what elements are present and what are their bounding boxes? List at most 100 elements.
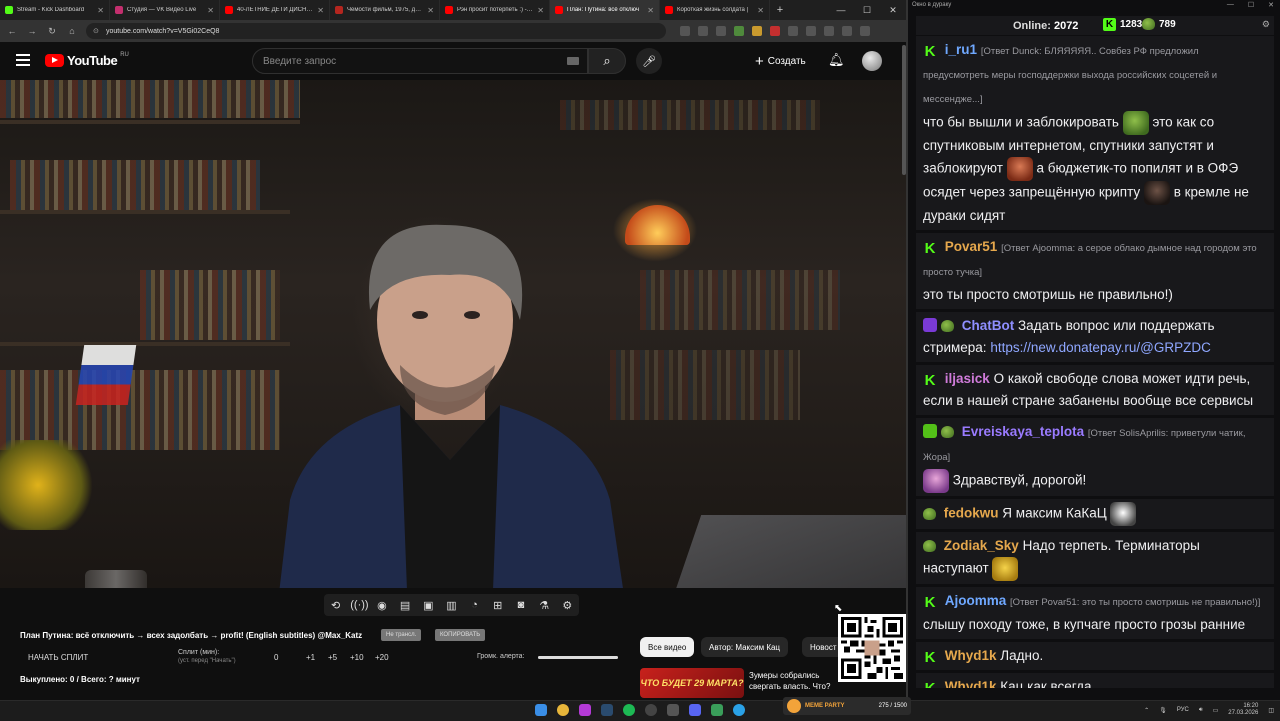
speaker-icon[interactable]: 🔊︎ (1199, 707, 1203, 714)
youtube-logo[interactable]: YouTube RU (45, 52, 129, 68)
menu-dots-icon[interactable] (860, 26, 870, 36)
split-add-1-button[interactable]: +1 (306, 653, 315, 662)
gear-icon[interactable]: ⚙ (559, 599, 576, 612)
split-add-5-button[interactable]: +5 (328, 653, 337, 662)
search-button[interactable]: ⌕ (588, 48, 626, 74)
close-window-button[interactable]: ✕ (880, 0, 906, 20)
app-icon[interactable] (579, 704, 591, 716)
browser-tab[interactable]: Чемости фильм, 1975, дата ✕ (330, 0, 440, 20)
language-indicator[interactable]: РУС (1177, 707, 1189, 713)
close-icon[interactable]: ✕ (537, 6, 544, 15)
extension-icon[interactable] (770, 26, 780, 36)
browser-tab[interactable]: Рэн просит потерпеть :) - Yo ✕ (440, 0, 550, 20)
browser-tab[interactable]: Студия — VK Видео Live ✕ (110, 0, 220, 20)
extension-icon[interactable] (788, 26, 798, 36)
start-split-button[interactable]: НАЧАТЬ СПЛИТ (28, 653, 88, 662)
copy-button[interactable]: КОПИРОВАТЬ (435, 629, 486, 641)
browser-tab[interactable]: Короткая жизнь солдата | ✕ (660, 0, 770, 20)
search-input[interactable]: Введите запрос (252, 48, 588, 74)
flask-icon[interactable]: ⚗ (536, 599, 553, 612)
chat-username[interactable]: Ajoomma (945, 593, 1007, 608)
split-add-20-button[interactable]: +20 (375, 653, 389, 662)
minimize-button[interactable]: — (828, 0, 854, 20)
extension-icon[interactable] (734, 26, 744, 36)
bookmark-star-icon[interactable] (716, 26, 726, 36)
hamburger-menu-icon[interactable] (16, 54, 30, 66)
film-icon[interactable]: ▥ (443, 599, 460, 612)
filter-chip-author[interactable]: Автор: Максим Кац (701, 637, 789, 657)
loop-icon[interactable]: ⟲ (327, 599, 344, 612)
camera-icon[interactable]: ◙ (512, 599, 529, 611)
chat-username[interactable]: i_ru1 (945, 42, 977, 57)
maximize-button[interactable]: ☐ (854, 0, 880, 20)
back-icon[interactable]: ← (6, 26, 18, 36)
chevron-up-icon[interactable]: ⌃ (1144, 707, 1149, 714)
zoom-icon[interactable] (698, 26, 708, 36)
mic-icon[interactable]: 🎙︎ (1159, 707, 1167, 714)
telegram-icon[interactable] (733, 704, 745, 716)
close-icon[interactable]: ✕ (427, 6, 434, 15)
donate-link[interactable]: https://new.donatepay.ru/@GRPZDC (990, 340, 1211, 355)
minimize-button[interactable]: — (1227, 1, 1234, 9)
avatar[interactable] (862, 51, 882, 71)
close-window-button[interactable]: ✕ (1268, 1, 1274, 9)
browser-tab[interactable]: Stream - Kick Dashboard ✕ (0, 0, 110, 20)
spotify-icon[interactable] (623, 704, 635, 716)
chat-username[interactable]: iljasick (945, 371, 990, 386)
create-button[interactable]: + Создать (755, 48, 806, 74)
browser-tab-active[interactable]: План: Путина: всё отключ ✕ (550, 0, 660, 20)
windows-start-icon[interactable] (535, 704, 547, 716)
app-icon[interactable] (667, 704, 679, 716)
url-field[interactable]: youtube.com/watch?v=V5Gi02CeQ8 (86, 23, 666, 39)
speed-gauge-icon[interactable]: ◔ (466, 599, 483, 611)
close-icon[interactable]: ✕ (757, 6, 764, 15)
eye-icon[interactable]: ◉ (373, 599, 390, 612)
notification-icon[interactable]: ◫ (1268, 707, 1274, 714)
split-add-10-button[interactable]: +10 (350, 653, 364, 662)
clapper-icon[interactable]: ▤ (397, 599, 414, 612)
chat-username[interactable]: Povar51 (945, 239, 998, 254)
clock[interactable]: 16:20 27.03.2026 (1228, 703, 1258, 717)
puzzle-icon[interactable] (806, 26, 816, 36)
voice-search-button[interactable]: 🎤︎ (636, 48, 662, 74)
extension-icon[interactable] (752, 26, 762, 36)
not-streaming-chip[interactable]: Не трансл. (381, 629, 422, 641)
cast-icon[interactable] (680, 26, 690, 36)
chrome-icon[interactable] (557, 704, 569, 716)
discord-icon[interactable] (689, 704, 701, 716)
close-icon[interactable]: ✕ (647, 6, 654, 15)
app-icon[interactable] (711, 704, 723, 716)
steam-icon[interactable] (601, 704, 613, 716)
home-icon[interactable]: ⌂ (66, 26, 78, 36)
related-video-thumbnail[interactable]: ЧТО БУДЕТ 29 МАРТА? (640, 668, 744, 698)
obs-icon[interactable] (645, 704, 657, 716)
close-icon[interactable]: ✕ (97, 6, 104, 15)
close-icon[interactable]: ✕ (207, 6, 214, 15)
chat-username[interactable]: fedokwu (944, 506, 999, 521)
chat-username[interactable]: ChatBot (962, 318, 1015, 333)
filter-chip-all[interactable]: Все видео (640, 637, 695, 657)
kick-viewers: K 1283 (1103, 18, 1142, 31)
alert-volume-slider[interactable] (538, 656, 618, 659)
broadcast-icon[interactable]: ((·)) (350, 599, 368, 611)
browser-tab[interactable]: 40-ЛЕТНИЕ ДЕТИ ДИСНЕЯ ✕ (220, 0, 330, 20)
battery-icon[interactable]: ▭ (1213, 707, 1219, 714)
chat-username[interactable]: Whyd1k (945, 679, 997, 688)
settings-icon[interactable]: ⚙ (1262, 19, 1270, 30)
reload-icon[interactable]: ↻ (46, 26, 58, 37)
maximize-button[interactable]: ☐ (1248, 1, 1254, 9)
video-player[interactable] (0, 80, 906, 588)
keyboard-icon[interactable] (567, 57, 579, 65)
add-screen-icon[interactable]: ⊞ (489, 599, 506, 612)
forward-icon[interactable]: → (26, 26, 38, 36)
download-icon[interactable] (824, 26, 834, 36)
chat-username[interactable]: Evreiskaya_teplota (962, 424, 1084, 439)
close-icon[interactable]: ✕ (317, 6, 324, 15)
notifications-bell-icon[interactable]: 🔔︎ (828, 52, 845, 68)
related-video-title[interactable]: Зумеры собрались свергать власть. Что? Д… (749, 670, 839, 692)
chat-username[interactable]: Zodiak_Sky (944, 538, 1019, 553)
chat-username[interactable]: Whyd1k (945, 648, 997, 663)
picture-in-picture-icon[interactable]: ▣ (420, 599, 437, 612)
profile-icon[interactable] (842, 26, 852, 36)
new-tab-button[interactable]: + (770, 0, 790, 20)
